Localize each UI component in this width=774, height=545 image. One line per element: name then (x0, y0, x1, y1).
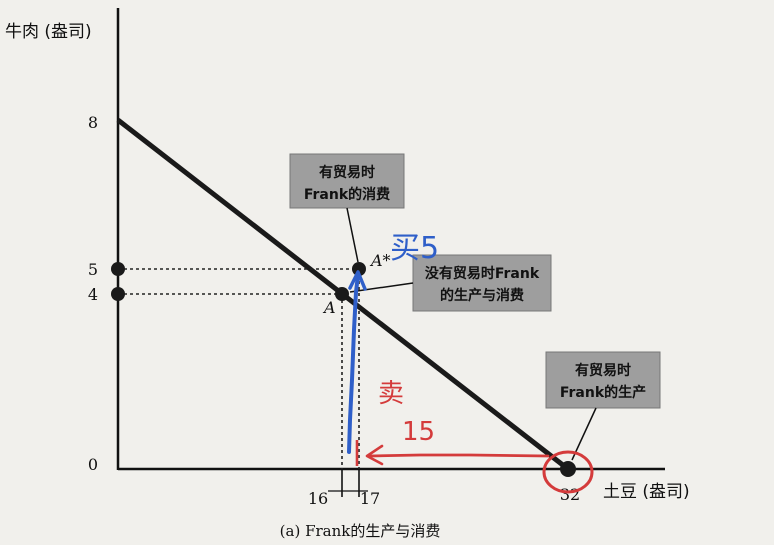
x-tick-label-32: 32 (560, 485, 580, 504)
callout-trade-production-line1: 有贸易时 (575, 362, 631, 379)
ppf-chart: 牛肉 (盎司) 土豆 (盎司) 16 17 32 0 4 5 8 A A* 有贸… (5, 8, 690, 540)
red-ink-note-top: 卖 (378, 379, 404, 409)
y-axis-title: 牛肉 (盎司) (5, 22, 92, 42)
blue-ink-note: 买5 (390, 231, 439, 266)
point-a-star-label: A* (369, 251, 391, 270)
y-axis-point-4 (111, 287, 125, 301)
callout-trade-consumption-line2: Frank的消费 (304, 186, 390, 203)
y-tick-label-8: 8 (88, 113, 98, 132)
callout-trade-consumption-pointer (346, 207, 359, 263)
y-tick-label-5: 5 (88, 260, 98, 279)
y-axis-point-5 (111, 262, 125, 276)
x-tick-label-16: 16 (308, 489, 328, 508)
point-32 (560, 461, 576, 477)
figure-caption: (a) Frank的生产与消费 (280, 522, 441, 540)
y-tick-label-4: 4 (88, 285, 98, 304)
callout-no-trade-line2: 的生产与消费 (440, 287, 524, 304)
point-a-label: A (322, 298, 336, 317)
x-axis-title: 土豆 (盎司) (603, 482, 690, 502)
callout-no-trade-line1: 没有贸易时Frank (425, 265, 540, 282)
x-tick-label-17: 17 (360, 489, 380, 508)
y-tick-label-0: 0 (88, 455, 98, 474)
callout-trade-production-line2: Frank的生产 (560, 384, 646, 401)
red-ink-note-bottom: 15 (402, 417, 435, 447)
point-a (335, 287, 349, 301)
callout-trade-consumption-line1: 有贸易时 (319, 164, 375, 181)
red-ink-arrow (368, 453, 550, 458)
